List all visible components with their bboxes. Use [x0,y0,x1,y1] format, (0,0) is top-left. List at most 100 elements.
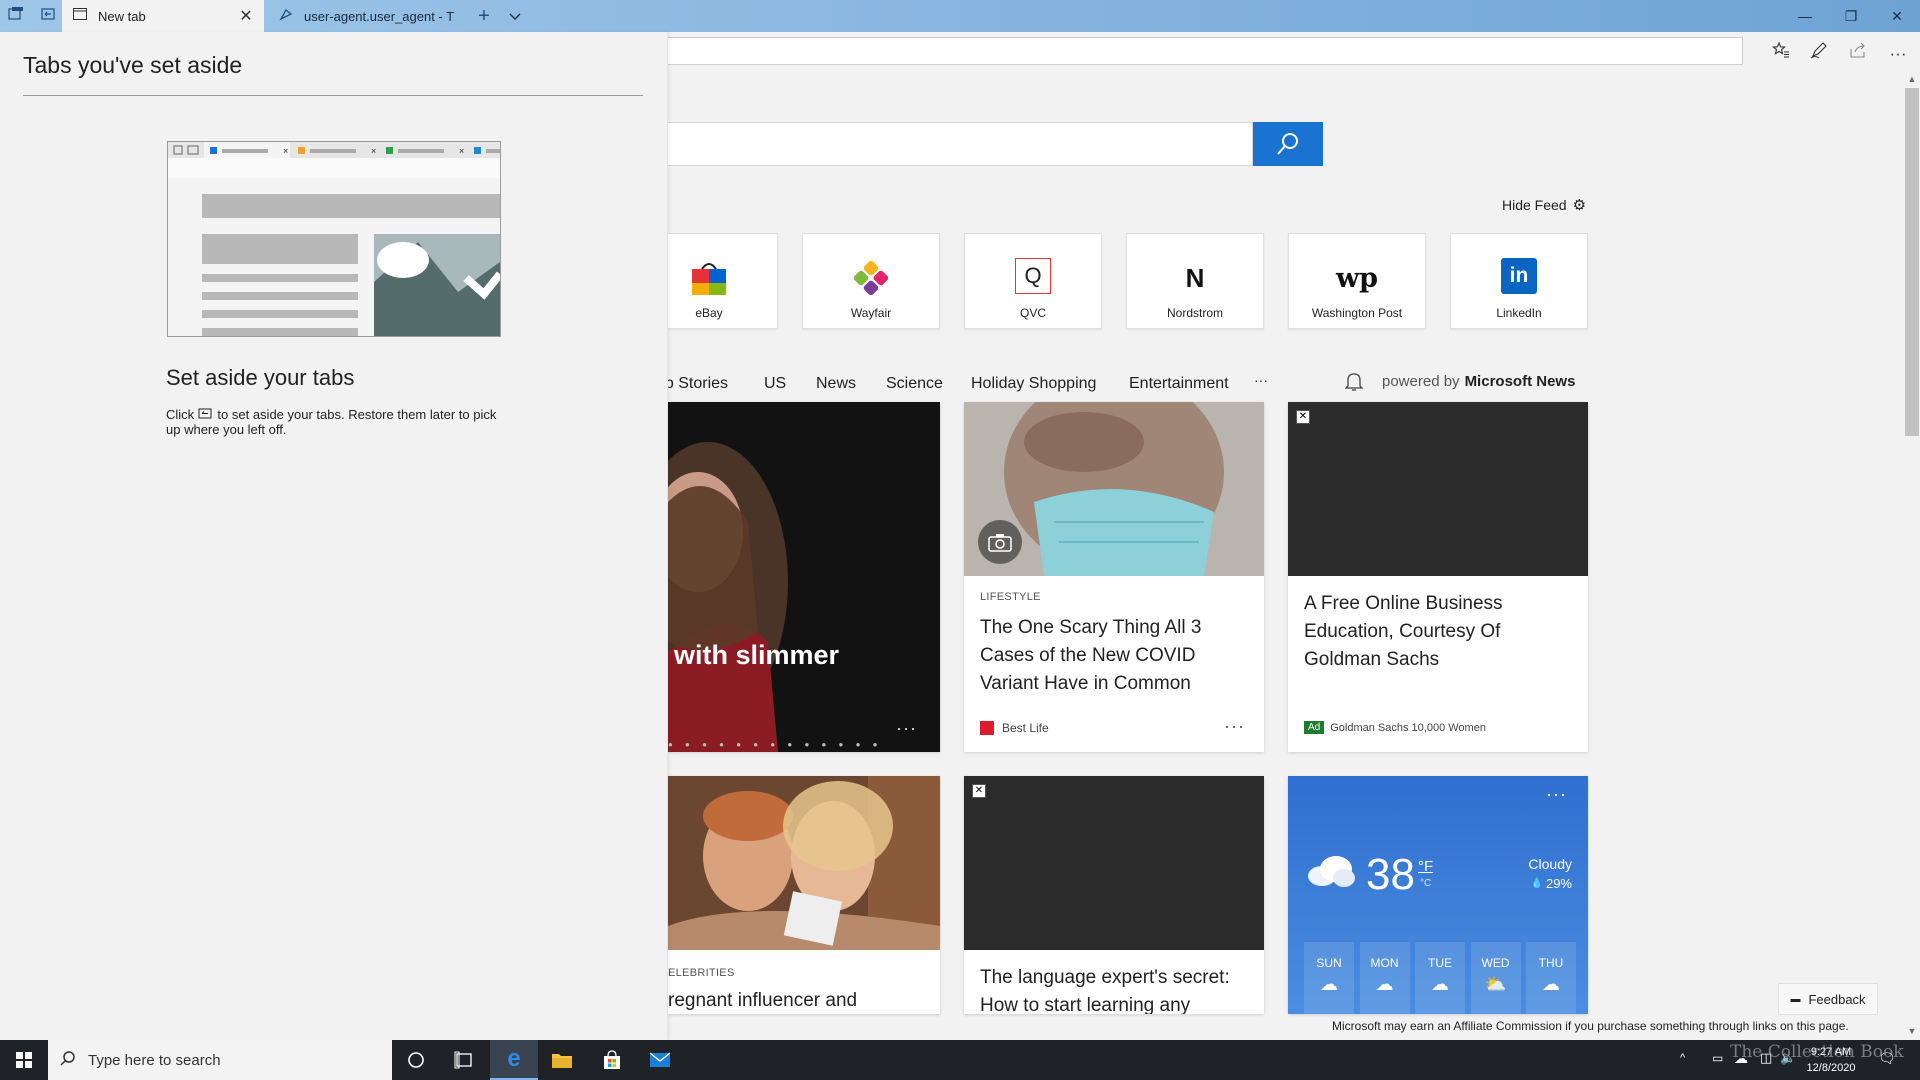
hero-news-card[interactable]: with slimmer ● ● ● ● ● ● ● ● ● ● ● ● ● ·… [668,402,940,752]
top-site-wayfair[interactable]: Wayfair [802,233,940,329]
weather-card[interactable]: ··· 38 °F °C Cloudy 💧 29% SUN ☁ MON ☁ TU… [1288,776,1588,1014]
mail-icon[interactable] [636,1040,684,1080]
edge-icon: e [507,1045,521,1072]
nav-holiday-shopping[interactable]: Holiday Shopping [971,375,1096,393]
forecast-day[interactable]: MON ☁ [1359,942,1410,1014]
scroll-thumb[interactable] [1905,88,1919,436]
scroll-up-icon[interactable]: ▲ [1904,74,1920,88]
panel-heading: Set aside your tabs [166,365,355,390]
taskbar: Type here to search e ^ ▭ ☁ ◫ 🔈 9:27 AM … [0,1040,1920,1080]
tile-label: Washington Post [1311,306,1403,320]
card-source: Ad Goldman Sachs 10,000 Women [1304,721,1486,734]
card-title[interactable]: The One Scary Thing All 3 Cases of the N… [980,614,1248,698]
carousel-dots[interactable]: ● ● ● ● ● ● ● ● ● ● ● ● ● [668,740,883,749]
top-site-nordstrom[interactable]: N Nordstrom [1126,233,1264,329]
task-view-icon[interactable] [440,1040,488,1080]
news-card-covid[interactable]: LIFESTYLE The One Scary Thing All 3 Case… [964,402,1264,752]
share-icon[interactable] [1844,40,1872,68]
network-icon[interactable]: ▭ [1712,1051,1723,1065]
forecast-day[interactable]: SUN ☁ [1304,942,1354,1014]
feedback-icon: ▬ [1790,993,1801,1005]
set-aside-tabs-icon [198,407,214,422]
nav-more-button[interactable]: ··· [1254,372,1268,388]
feedback-button[interactable]: ▬ Feedback [1778,983,1878,1015]
close-window-icon[interactable]: ✕ [1874,0,1920,32]
top-site-qvc[interactable]: Q QVC [964,233,1102,329]
file-explorer-icon[interactable] [538,1040,586,1080]
tile-label: Nordstrom [1166,306,1223,320]
card-title[interactable]: A Free Online Business Education, Courte… [1304,590,1572,674]
more-options-icon[interactable]: ··· [1546,784,1567,805]
edge-page-icon [278,8,294,24]
cloud-icon [1306,854,1356,893]
start-button[interactable] [0,1040,48,1080]
hide-feed-label: Hide Feed [1502,197,1567,213]
more-options-icon[interactable]: ··· [896,718,917,739]
rain-cloud-icon: ☁ [1320,974,1338,994]
card-title[interactable]: regnant influencer and [668,987,924,1014]
cortana-icon[interactable] [392,1040,440,1080]
tab-title: New tab [98,8,146,24]
forecast-row: SUN ☁ MON ☁ TUE ☁ WED ⛅ THU ☁ [1304,942,1576,1014]
restore-icon[interactable]: ❐ [1828,0,1874,32]
address-bar[interactable] [660,37,1743,65]
panel-description: Click to set aside your tabs. Restore th… [166,407,506,437]
svg-text:×: × [371,146,376,156]
nav-us[interactable]: US [764,375,786,393]
hero-title: with slimmer [674,640,840,670]
forecast-day[interactable]: WED ⛅ [1470,942,1521,1014]
nav-entertainment[interactable]: Entertainment [1129,375,1229,393]
nordstrom-logo-icon: N [1185,262,1205,293]
chevron-down-icon[interactable] [505,6,525,26]
taskbar-edge-app[interactable]: e [490,1040,538,1080]
top-site-linkedin[interactable]: in LinkedIn [1450,233,1588,329]
taskbar-search-box[interactable]: Type here to search [48,1040,392,1080]
svg-text:×: × [283,146,288,156]
news-card-language[interactable]: ✕ The language expert's secret: How to s… [964,776,1264,1014]
top-site-washington-post[interactable]: wp Washington Post [1288,233,1426,329]
hide-feed-button[interactable]: Hide Feed ⚙ [1502,196,1586,214]
tab-new-tab[interactable]: New tab ✕ [62,0,264,32]
favorites-star-icon[interactable] [1767,40,1795,68]
linkedin-logo-icon: in [1501,258,1537,294]
new-tab-plus-icon[interactable]: + [474,6,494,26]
card-title[interactable]: The language expert's secret: How to sta… [980,964,1248,1014]
nav-science[interactable]: Science [886,375,943,393]
tab-user-agent[interactable]: user-agent.user_agent - The [268,0,464,32]
store-icon[interactable] [588,1040,636,1080]
nav-news[interactable]: News [816,375,856,393]
chevron-up-icon[interactable]: ^ [1680,1052,1685,1064]
news-card-celebrity[interactable]: ELEBRITIES regnant influencer and [668,776,940,1014]
windows-logo-icon [16,1052,32,1068]
minimize-icon[interactable]: — [1782,0,1828,32]
taskbar-search-placeholder: Type here to search [88,1051,221,1069]
page-icon [72,8,88,24]
more-options-icon[interactable]: ··· [1884,40,1912,68]
weather-precip: 💧 29% [1531,876,1572,891]
forecast-day[interactable]: THU ☁ [1526,942,1576,1014]
pen-icon[interactable] [1805,40,1833,68]
tab-manager-icon[interactable] [6,6,26,26]
desc-prefix: Click [166,407,195,422]
cloud-icon: ☁ [1542,974,1560,994]
unit-fahrenheit[interactable]: °F [1418,858,1433,875]
bell-icon[interactable] [1344,372,1364,397]
powered-by-name: Microsoft News [1464,373,1576,390]
close-icon[interactable]: ✕ [238,6,254,26]
divider [23,95,643,96]
unit-celsius[interactable]: °C [1420,878,1431,889]
forecast-day[interactable]: TUE ☁ [1415,942,1465,1014]
weather-temperature: 38 [1366,850,1415,899]
card-source: Best Life [980,721,1049,735]
ad-card-goldman[interactable]: ✕ A Free Online Business Education, Cour… [1288,402,1588,752]
scroll-down-icon[interactable]: ▼ [1904,1026,1920,1040]
search-button[interactable] [1253,122,1323,166]
more-options-icon[interactable]: ··· [1224,716,1245,737]
qvc-logo-icon: Q [1015,258,1051,294]
set-aside-tabs-icon[interactable] [38,6,58,26]
tile-label: QVC [1019,306,1046,320]
rain-cloud-icon: ☁ [1375,974,1394,994]
watermark: The Collection Book [1730,1042,1904,1062]
web-search-input[interactable] [655,122,1253,166]
forecast-day-label: TUE [1428,956,1452,970]
